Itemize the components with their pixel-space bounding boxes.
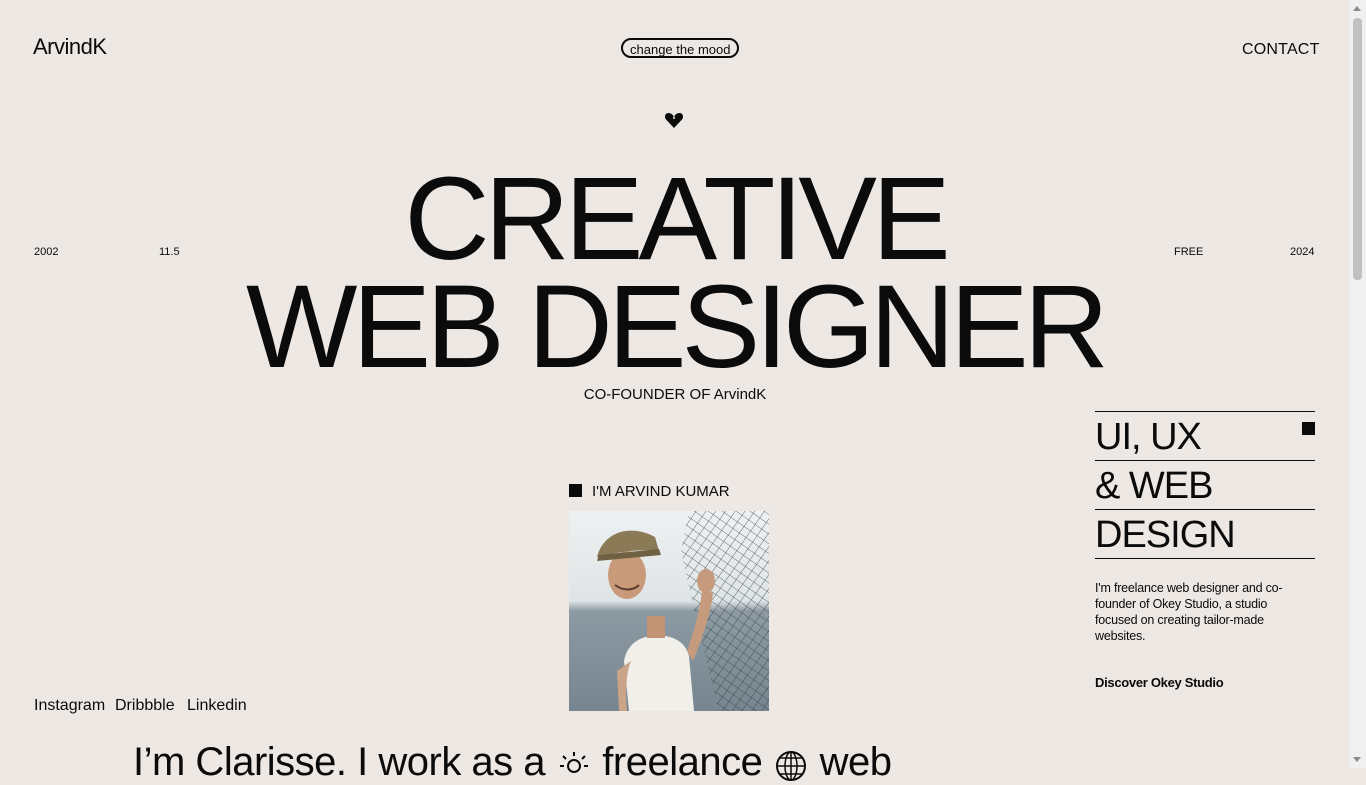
dribbble-link[interactable]: Dribbble [115,697,175,715]
scroll-down-arrow-icon[interactable] [1353,757,1361,762]
heart-icon [664,113,684,128]
scrollbar-thumb[interactable] [1353,18,1362,280]
intro-text-part-3: web [819,740,892,784]
bio-text: I'm freelance web designer and co-founde… [1095,581,1283,643]
profile-name: I'M ARVIND KUMAR [592,483,730,500]
linkedin-link[interactable]: Linkedin [187,697,247,715]
services-list: UI, UX & WEB DESIGN [1095,411,1315,559]
site-logo[interactable]: ArvindK [33,34,107,60]
profile-photo [569,511,769,711]
vertical-scrollbar[interactable] [1349,0,1366,768]
change-mood-button[interactable]: change the mood [621,38,740,58]
intro-text-part-2: freelance [602,740,763,784]
intro-text-part-1: I’m Clarisse. I work as a [133,740,546,784]
sun-icon [559,752,588,774]
contact-link[interactable]: CONTACT [1242,41,1320,59]
cofounder-subtitle: CO-FOUNDER OF ArvindK [583,386,767,403]
profile-label: I'M ARVIND KUMAR [569,483,730,500]
square-marker-icon [1302,422,1315,435]
discover-studio-link[interactable]: Discover Okey Studio [1095,675,1224,690]
service-label: UI, UX [1095,416,1202,458]
instagram-link[interactable]: Instagram [34,697,105,715]
service-label: & WEB [1095,465,1213,507]
intro-text: I’m Clarisse. I work as a freelance web [133,740,892,785]
scroll-up-arrow-icon[interactable] [1353,6,1361,11]
headline-line-2: WEB DESIGNER [246,261,1109,393]
service-label: DESIGN [1095,514,1236,556]
service-line-1: UI, UX [1095,411,1315,460]
service-line-3: DESIGN [1095,509,1315,559]
square-marker-icon [569,484,582,497]
service-line-2: & WEB [1095,460,1315,509]
globe-icon [775,751,806,782]
